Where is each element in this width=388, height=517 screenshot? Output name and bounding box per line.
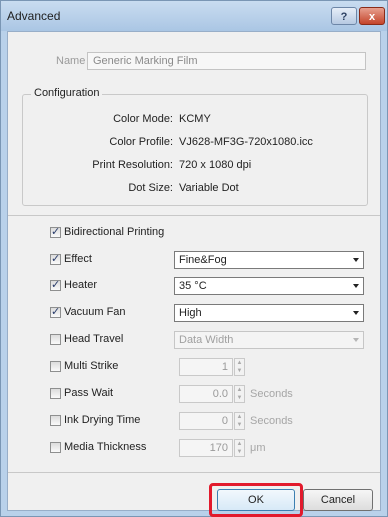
multi-strike-spinner[interactable]: ▲ ▼ (234, 358, 245, 376)
advanced-dialog: Advanced ? x Name Generic Marking Film C… (0, 0, 388, 517)
config-key: Color Profile: (109, 136, 173, 148)
ink-drying-spinner[interactable]: ▲ ▼ (234, 412, 245, 430)
ink-drying-unit: Seconds (250, 415, 293, 427)
name-label: Name (56, 55, 86, 67)
spin-down-icon: ▼ (236, 368, 243, 374)
head-travel-label: Head Travel (64, 333, 124, 345)
config-value: 720 x 1080 dpi (179, 159, 252, 171)
media-thickness-checkbox[interactable] (50, 442, 61, 453)
pass-wait-label: Pass Wait (64, 387, 114, 399)
multi-strike-label: Multi Strike (64, 360, 119, 372)
effect-checkbox[interactable] (50, 252, 61, 265)
spin-up-icon: ▲ (236, 360, 243, 366)
dialog-body: Name Generic Marking Film Configuration … (7, 31, 381, 517)
close-button[interactable]: x (359, 7, 385, 25)
effect-label: Effect (64, 253, 92, 265)
media-thickness-spinner[interactable]: ▲ ▼ (234, 439, 245, 457)
heater-label: Heater (64, 279, 98, 291)
bidirectional-label: Bidirectional Printing (64, 226, 165, 238)
vacuum-fan-value: High (179, 307, 202, 319)
cancel-button[interactable]: Cancel (303, 489, 373, 511)
chevron-down-icon (353, 284, 359, 288)
heater-value: 35 °C (179, 280, 207, 292)
vacuum-fan-select[interactable]: High (174, 304, 364, 322)
vacuum-fan-checkbox[interactable] (50, 305, 61, 318)
effect-value: Fine&Fog (179, 254, 227, 266)
heater-checkbox[interactable] (50, 278, 61, 291)
media-thickness-input[interactable]: 170 (179, 439, 233, 457)
chevron-down-icon (353, 311, 359, 315)
title-bar: Advanced ? x (1, 1, 387, 31)
help-button[interactable]: ? (331, 7, 357, 25)
dialog-title: Advanced (7, 9, 61, 23)
ink-drying-checkbox[interactable] (50, 415, 61, 426)
config-value: Variable Dot (179, 182, 239, 194)
spin-down-icon: ▼ (236, 449, 243, 455)
divider (8, 472, 380, 473)
name-field: Generic Marking Film (87, 52, 366, 70)
head-travel-select[interactable]: Data Width (174, 331, 364, 349)
config-value: VJ628-MF3G-720x1080.icc (179, 136, 313, 148)
ink-drying-label: Ink Drying Time (64, 414, 141, 426)
chevron-down-icon (353, 338, 359, 342)
spin-up-icon: ▲ (236, 387, 243, 393)
spin-up-icon: ▲ (236, 441, 243, 447)
divider (8, 215, 380, 216)
chevron-down-icon (353, 258, 359, 262)
bidirectional-checkbox[interactable] (50, 225, 61, 238)
spin-up-icon: ▲ (236, 414, 243, 420)
configuration-title: Configuration (31, 87, 103, 99)
media-thickness-label: Media Thickness (64, 441, 147, 453)
heater-select[interactable]: 35 °C (174, 277, 364, 295)
pass-wait-checkbox[interactable] (50, 388, 61, 399)
spin-down-icon: ▼ (236, 395, 243, 401)
media-thickness-unit: μm (250, 442, 266, 454)
configuration-group: Configuration Color Mode: KCMY Color Pro… (22, 87, 368, 206)
multi-strike-checkbox[interactable] (50, 361, 61, 372)
ink-drying-input[interactable]: 0 (179, 412, 233, 430)
config-value: KCMY (179, 113, 211, 125)
effect-select[interactable]: Fine&Fog (174, 251, 364, 269)
pass-wait-input[interactable]: 0.0 (179, 385, 233, 403)
head-travel-checkbox[interactable] (50, 334, 61, 345)
head-travel-value: Data Width (179, 334, 234, 346)
config-key: Color Mode: (113, 113, 173, 125)
pass-wait-unit: Seconds (250, 388, 293, 400)
pass-wait-spinner[interactable]: ▲ ▼ (234, 385, 245, 403)
spin-down-icon: ▼ (236, 422, 243, 428)
vacuum-fan-label: Vacuum Fan (64, 306, 126, 318)
multi-strike-input[interactable]: 1 (179, 358, 233, 376)
config-key: Dot Size: (128, 182, 173, 194)
config-key: Print Resolution: (92, 159, 173, 171)
ok-button[interactable]: OK (217, 489, 295, 511)
